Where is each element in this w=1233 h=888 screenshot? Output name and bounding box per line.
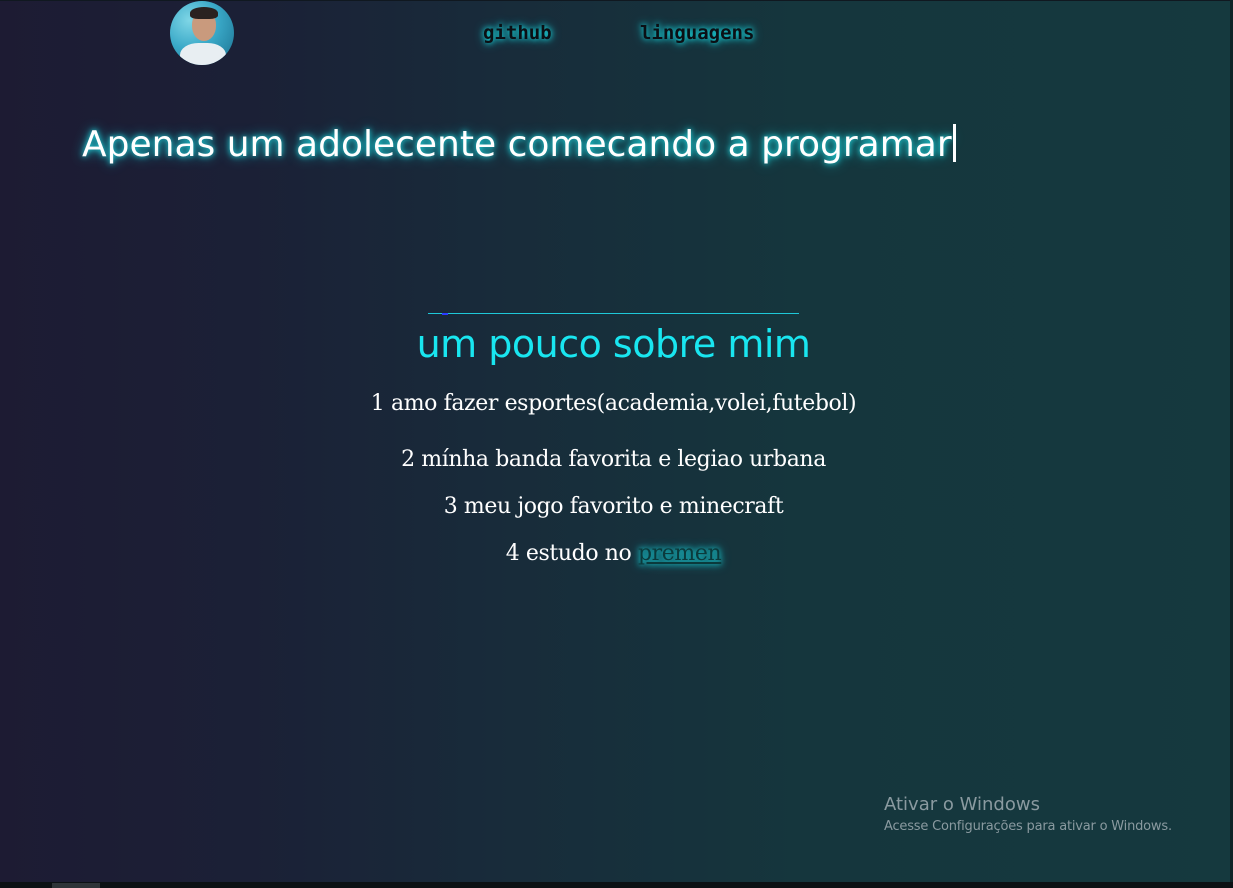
nav-link-linguagens[interactable]: linguagens [640, 22, 754, 44]
about-item-text: 3 meu jogo favorito e minecraft [443, 494, 784, 519]
divider-accent [442, 313, 448, 315]
hero-text: Apenas um adolecente comecando a program… [82, 124, 952, 165]
about-list: 1 amo fazer esportes(academia,volei,fute… [0, 389, 1227, 577]
premen-link[interactable]: premen [638, 541, 722, 566]
nav-link-github[interactable]: github [483, 22, 552, 44]
watermark-subtitle: Acesse Configurações para ativar o Windo… [884, 819, 1172, 834]
about-item-game: 3 meu jogo favorito e minecraft [0, 483, 1227, 530]
avatar-shirt [180, 43, 226, 65]
taskbar [0, 882, 1233, 888]
hero-heading: Apenas um adolecente comecando a program… [82, 124, 956, 165]
about-divider [428, 313, 799, 315]
about-item-sports: 1 amo fazer esportes(academia,volei,fute… [0, 389, 1227, 419]
about-title: um pouco sobre mim [416, 322, 811, 366]
taskbar-item[interactable] [52, 883, 100, 888]
typing-caret [952, 124, 956, 162]
avatar[interactable] [170, 1, 234, 65]
watermark-title: Ativar o Windows [884, 794, 1040, 815]
windows-activation-watermark: Ativar o Windows Acesse Configurações pa… [884, 794, 1172, 838]
about-item-band: 2 mínha banda favorita e legiao urbana [0, 436, 1227, 483]
about-item-text: 2 mínha banda favorita e legiao urbana [401, 447, 826, 472]
avatar-hair [190, 7, 218, 19]
about-item-text: 4 estudo no [505, 541, 638, 566]
window-top-border [0, 0, 1233, 1]
about-item-school: 4 estudo no premen [0, 530, 1227, 577]
about-item-text: 1 amo fazer esportes(academia,volei,fute… [370, 391, 857, 416]
